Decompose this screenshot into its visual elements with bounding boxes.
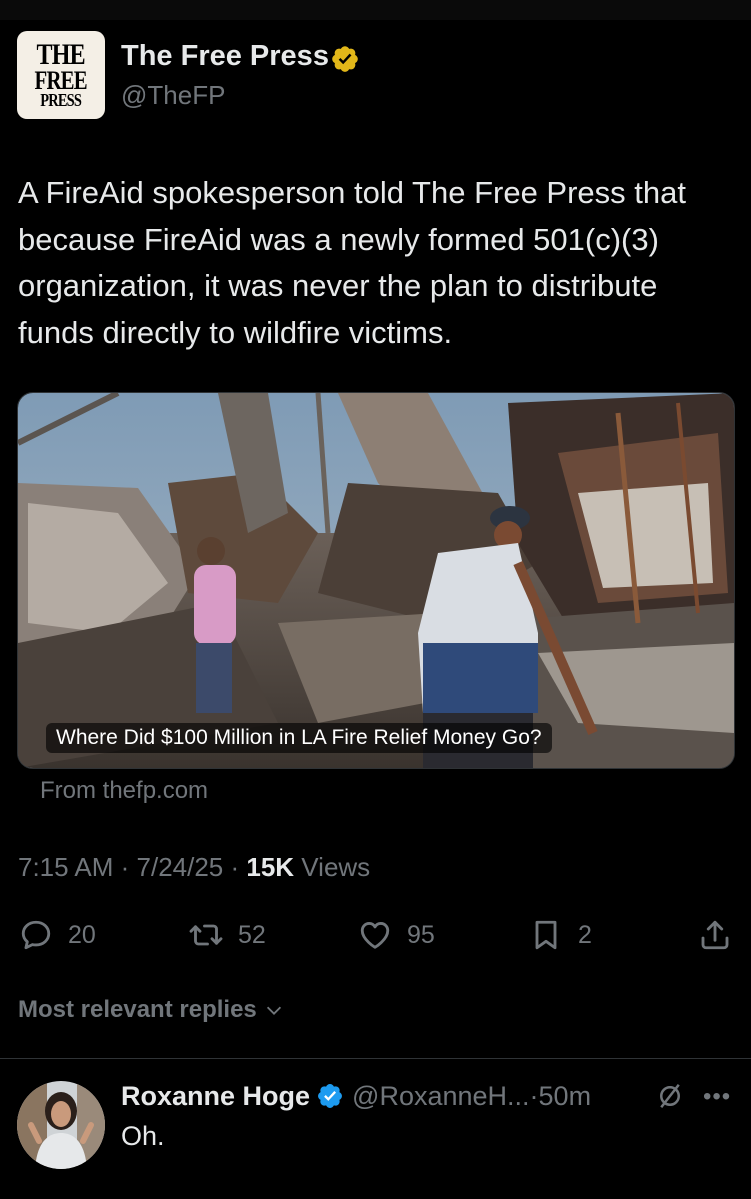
grok-icon[interactable] [655,1081,685,1111]
meta-separator: · [223,852,247,882]
repost-icon [189,924,223,946]
author-handle[interactable]: @TheFP [121,80,225,111]
share-button[interactable] [697,915,733,955]
reply-sort-dropdown[interactable]: Most relevant replies [18,996,285,1024]
reply-time[interactable]: 50m [539,1081,592,1112]
wildfire-ruins-photo [18,393,734,768]
share-icon [701,920,729,950]
reply-button[interactable]: 20 [18,915,96,955]
bookmark-count: 2 [578,920,592,949]
like-button[interactable]: 95 [357,915,435,955]
bookmark-icon [535,920,557,950]
more-options-icon[interactable]: ••• [703,1083,731,1111]
divider [0,1058,751,1059]
reply-text: Oh. [121,1121,165,1151]
card-title: Where Did $100 Million in LA Fire Relief… [46,723,552,753]
reply-author-name[interactable]: Roxanne Hoge [121,1081,310,1112]
reply-avatar[interactable] [17,1081,105,1169]
post-meta: 7:15 AM · 7/24/25 · 15K Views [18,852,370,883]
link-card[interactable]: Where Did $100 Million in LA Fire Relief… [17,392,735,769]
reply-avatar-photo [17,1081,105,1169]
verified-blue-icon [318,1084,342,1108]
reply-separator: · [529,1080,539,1111]
views-label: Views [294,852,371,882]
reply-count: 20 [68,920,96,949]
heart-icon [360,922,390,949]
reply-sort-label: Most relevant replies [18,996,257,1023]
author-name[interactable]: The Free Press [121,40,329,73]
like-count: 95 [407,920,435,949]
chevron-down-icon [266,1006,281,1015]
post-date[interactable]: 7/24/25 [137,852,224,882]
post-text: A FireAid spokesperson told The Free Pre… [18,175,686,350]
reply-author-handle[interactable]: @RoxanneH... [352,1081,530,1112]
repost-count: 52 [238,920,266,949]
comment-icon [21,920,51,950]
repost-button[interactable]: 52 [188,915,266,955]
author-avatar[interactable]: THE FREE PRESS [17,31,105,119]
verified-gold-icon [332,46,358,72]
reply-header: Roxanne Hoge @RoxanneH... · 50m [121,1077,591,1115]
bookmark-button[interactable]: 2 [528,915,592,955]
free-press-logo: THE FREE PRESS [34,37,88,111]
status-strip [0,0,751,20]
post-time[interactable]: 7:15 AM [18,852,113,882]
meta-separator: · [113,852,137,882]
views-count: 15K [246,852,295,882]
card-source[interactable]: From thefp.com [40,777,208,805]
